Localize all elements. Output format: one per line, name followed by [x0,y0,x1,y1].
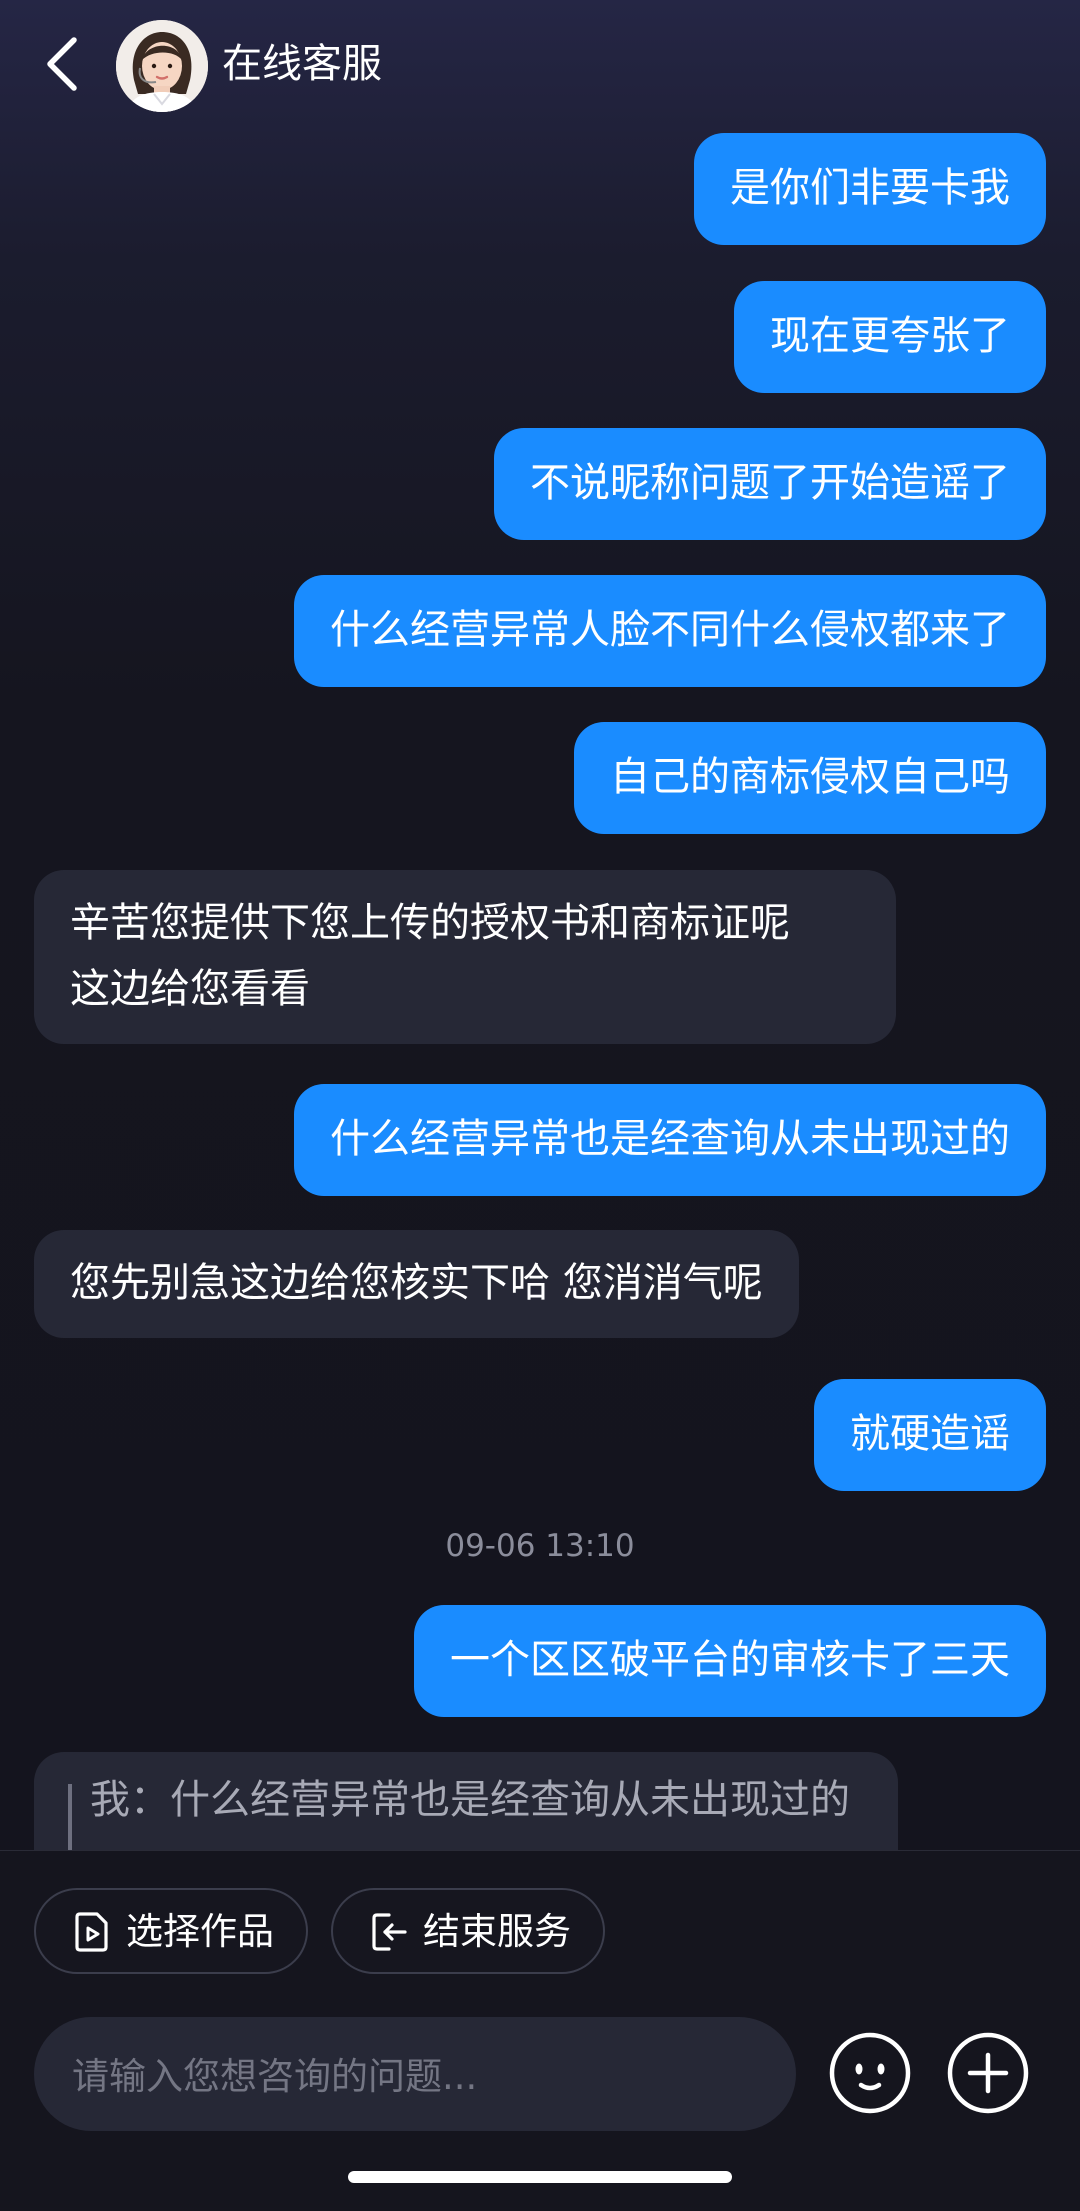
message-text: 什么经营异常也是经查询从未出现过的 [330,1116,1010,1162]
chat-header: 在线客服 [0,0,1080,130]
message-text: 一个区区破平台的审核卡了三天 [450,1637,1010,1683]
outgoing-message[interactable]: 什么经营异常也是经查询从未出现过的 [294,1084,1046,1196]
message-text: 不说昵称问题了开始造谣了 [530,460,1010,506]
end-service-button[interactable]: 结束服务 [331,1888,605,1974]
message-text: 现在更夸张了 [770,313,1010,359]
message-input-container[interactable] [34,2017,796,2131]
quote-bar [68,1784,72,1850]
incoming-message[interactable]: 您先别急这边给您核实下哈 您消消气呢 [34,1230,799,1338]
emoji-button[interactable] [828,2031,912,2115]
message-list[interactable]: 是你们非要卡我 现在更夸张了 不说昵称问题了开始造谣了 什么经营异常人脸不同什么… [0,130,1080,1850]
message-input[interactable] [70,2047,764,2105]
document-play-icon [75,1912,108,1952]
incoming-message[interactable]: 辛苦您提供下您上传的授权书和商标证呢 这边给您看看 [34,870,896,1044]
back-button[interactable] [38,28,94,100]
agent-avatar-image [116,20,208,112]
home-indicator[interactable] [348,2171,732,2183]
message-text: 是你们非要卡我 [730,165,1010,211]
message-text: 辛苦您提供下您上传的授权书和商标证呢 这边给您看看 [70,900,790,1012]
outgoing-message[interactable]: 是你们非要卡我 [694,133,1046,245]
plus-circle-icon [947,2032,1029,2114]
message-text: 您先别急这边给您核实下哈 您消消气呢 [70,1260,763,1306]
message-text: 什么经营异常人脸不同什么侵权都来了 [330,607,1010,653]
chat-screen: 在线客服 是你们非要卡我 现在更夸张了 不说昵称问题了开始造谣了 什么经营异常人… [0,0,1080,2211]
exit-icon [372,1913,407,1951]
avatar[interactable] [116,20,208,112]
outgoing-message[interactable]: 不说昵称问题了开始造谣了 [494,428,1046,540]
message-text: 就硬造谣 [850,1411,1010,1457]
message-timestamp: 09-06 13:10 [445,1528,635,1564]
outgoing-message[interactable]: 什么经营异常人脸不同什么侵权都来了 [294,575,1046,687]
outgoing-message[interactable]: 就硬造谣 [814,1379,1046,1491]
quoted-text: 我：什么经营异常也是经查询从未出现过的 [90,1777,850,1823]
chevron-left-icon [47,37,77,91]
end-service-label: 结束服务 [423,1910,571,1953]
message-text: 自己的商标侵权自己吗 [610,754,1010,800]
more-button[interactable] [946,2031,1030,2115]
outgoing-message[interactable]: 一个区区破平台的审核卡了三天 [414,1605,1046,1717]
quoted-reply-message[interactable]: 我：什么经营异常也是经查询从未出现过的 [34,1752,898,1850]
bottom-panel: 选择作品 结束服务 [0,1850,1080,2211]
outgoing-message[interactable]: 现在更夸张了 [734,281,1046,393]
outgoing-message[interactable]: 自己的商标侵权自己吗 [574,722,1046,834]
page-title: 在线客服 [222,41,382,87]
emoji-icon [829,2032,911,2114]
select-works-button[interactable]: 选择作品 [34,1888,308,1974]
select-works-label: 选择作品 [126,1910,274,1953]
